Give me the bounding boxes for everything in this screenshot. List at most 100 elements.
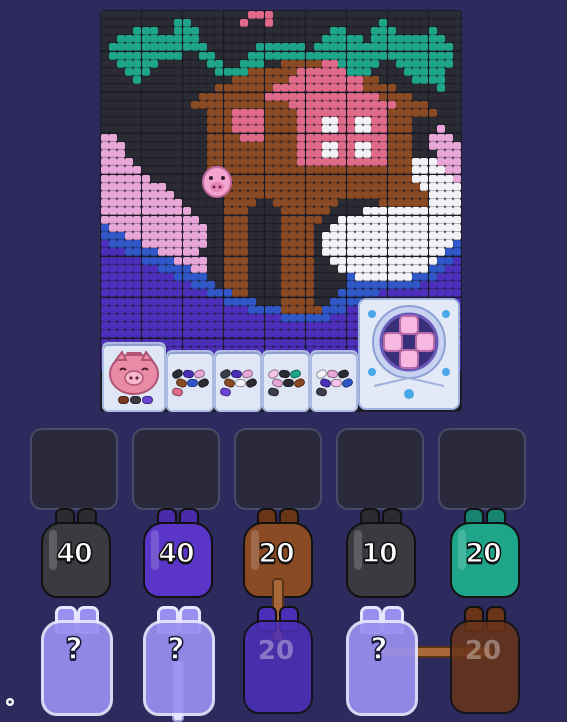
mosaic-cell (223, 289, 232, 298)
mosaic-cell (231, 297, 240, 306)
mosaic-cell (379, 223, 388, 232)
mosaic-cell (420, 289, 429, 298)
color-bottle[interactable]: 10 (344, 508, 416, 598)
mosaic-cell (280, 272, 289, 281)
mosaic-cell (207, 322, 216, 331)
mystery-bottle[interactable]: ? (344, 606, 418, 720)
mosaic-cell (420, 272, 429, 281)
color-bottle[interactable]: 40 (39, 508, 111, 598)
mosaic-cell (166, 67, 175, 76)
mosaic-cell (215, 26, 224, 35)
mosaic-cell (272, 26, 281, 35)
mosaic-cell (157, 18, 166, 27)
mosaic-cell (330, 76, 339, 85)
mosaic-cell (166, 264, 175, 273)
bean (186, 378, 199, 388)
mosaic-cell (321, 76, 330, 85)
mosaic-cell (100, 26, 109, 35)
bean-tray[interactable] (310, 350, 358, 412)
mosaic-cell (321, 59, 330, 68)
bean (230, 369, 243, 379)
mosaic-cell (125, 240, 134, 249)
mosaic-cell (174, 264, 183, 273)
mosaic-cell (207, 141, 216, 150)
bean-tray[interactable] (214, 350, 262, 412)
mosaic-cell (231, 256, 240, 265)
mosaic-cell (444, 35, 453, 44)
holding-slot[interactable] (438, 428, 526, 510)
mosaic-cell (248, 264, 257, 273)
mosaic-cell (338, 264, 347, 273)
mosaic-cell (330, 141, 339, 150)
color-bottle[interactable]: 20 (448, 508, 520, 598)
holding-slot[interactable] (336, 428, 424, 510)
mosaic-cell (256, 190, 265, 199)
mosaic-cell (338, 10, 347, 19)
mosaic-cell (223, 26, 232, 35)
mosaic-cell (100, 51, 109, 60)
mosaic-cell (239, 199, 248, 208)
bottle-body (450, 620, 520, 714)
mosaic-cell (108, 125, 117, 134)
settings-gear-icon[interactable] (4, 696, 16, 708)
mosaic-cell (256, 35, 265, 44)
mosaic-board (100, 10, 462, 412)
mosaic-cell (420, 133, 429, 142)
hidden-bottle[interactable]: 20 (241, 606, 313, 720)
holding-slot[interactable] (30, 428, 118, 510)
bean-tray[interactable] (166, 350, 214, 412)
mosaic-cell (231, 199, 240, 208)
mosaic-cell (354, 84, 363, 93)
mosaic-cell (223, 149, 232, 158)
mosaic-cell (338, 207, 347, 216)
mosaic-cell (100, 149, 109, 158)
mosaic-cell (379, 272, 388, 281)
mosaic-cell (198, 289, 207, 298)
mosaic-cell (379, 166, 388, 175)
mosaic-cell (198, 133, 207, 142)
mosaic-cell (239, 67, 248, 76)
mosaic-cell (215, 305, 224, 314)
mystery-bottle[interactable]: ? (39, 606, 113, 720)
mosaic-cell (289, 92, 298, 101)
mosaic-cell (174, 199, 183, 208)
mosaic-cell (125, 297, 134, 306)
mosaic-cell (371, 67, 380, 76)
mosaic-cell (280, 158, 289, 167)
mosaic-cell (403, 158, 412, 167)
mosaic-cell (289, 43, 298, 52)
piggy-bank-tray[interactable] (102, 342, 166, 412)
mosaic-cell (166, 281, 175, 290)
mosaic-cell (412, 158, 421, 167)
mosaic-cell (420, 199, 429, 208)
mosaic-cell (289, 84, 298, 93)
mosaic-cell (362, 174, 371, 183)
mosaic-cell (215, 10, 224, 19)
mosaic-cell (321, 231, 330, 240)
mosaic-cell (346, 231, 355, 240)
mosaic-cell (256, 281, 265, 290)
bean-dispenser[interactable] (358, 298, 460, 410)
mosaic-cell (133, 240, 142, 249)
mosaic-cell (166, 207, 175, 216)
mosaic-cell (330, 10, 339, 19)
mosaic-cell (412, 133, 421, 142)
mystery-bottle[interactable]: ? (141, 606, 215, 720)
mosaic-cell (100, 18, 109, 27)
mosaic-cell (239, 256, 248, 265)
mosaic-cell (428, 100, 437, 109)
mosaic-cell (321, 10, 330, 19)
mosaic-cell (207, 264, 216, 273)
mosaic-cell (412, 26, 421, 35)
mosaic-cell (215, 330, 224, 339)
color-bottle[interactable]: 40 (141, 508, 213, 598)
mosaic-cell (256, 322, 265, 331)
mosaic-cell (412, 100, 421, 109)
holding-slot[interactable] (132, 428, 220, 510)
hidden-bottle[interactable]: 20 (448, 606, 520, 720)
bean-tray[interactable] (262, 350, 310, 412)
mosaic-cell (453, 84, 462, 93)
mosaic-cell (133, 305, 142, 314)
holding-slot[interactable] (234, 428, 322, 510)
mosaic-cell (100, 92, 109, 101)
